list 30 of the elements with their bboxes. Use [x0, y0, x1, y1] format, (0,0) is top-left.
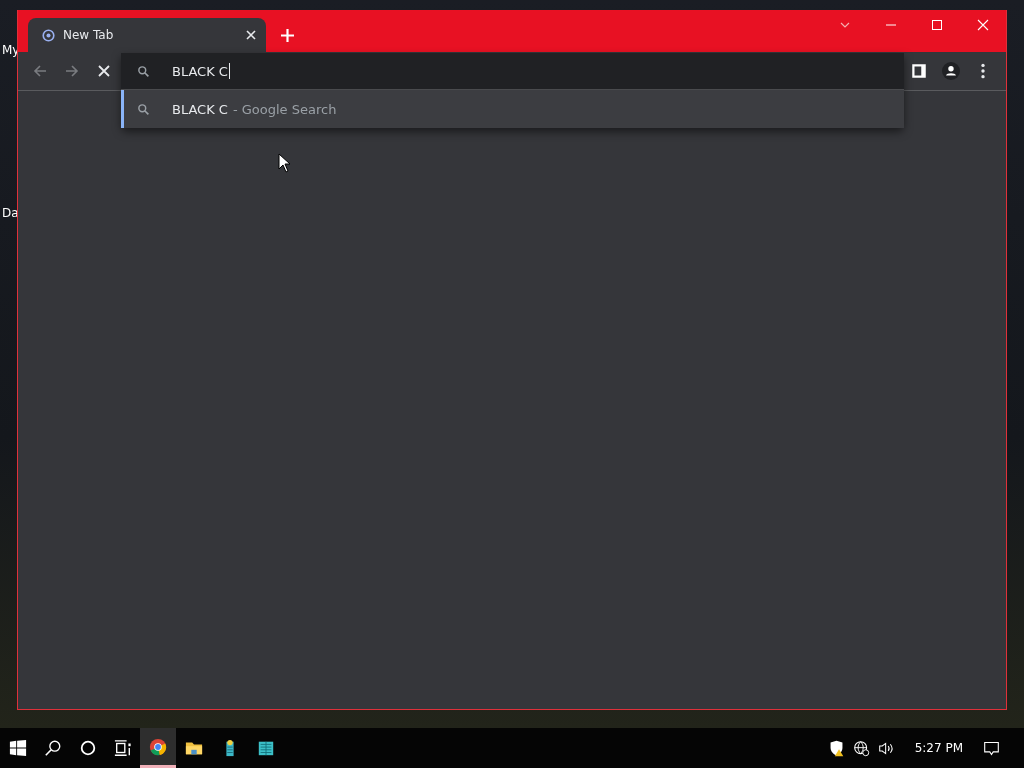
- close-icon[interactable]: [977, 19, 989, 31]
- building-icon: [257, 739, 275, 757]
- tab-favicon-icon: [42, 28, 55, 42]
- address-input[interactable]: BLACK C: [172, 63, 228, 79]
- forward-arrow-icon[interactable]: [64, 63, 80, 79]
- mouse-cursor-icon: [278, 153, 290, 173]
- taskbar-app-button[interactable]: [140, 728, 176, 768]
- clock-time[interactable]: 5:27 PM: [914, 741, 963, 755]
- side-panel-icon[interactable]: [910, 62, 928, 80]
- close-tab-icon[interactable]: [246, 30, 256, 40]
- suggestion-query: BLACK C: [172, 101, 228, 117]
- task-view-icon[interactable]: [114, 739, 132, 757]
- notifications-icon[interactable]: [983, 739, 1000, 757]
- new-tab-icon[interactable]: [281, 29, 294, 42]
- back-arrow-icon[interactable]: [32, 63, 48, 79]
- suggestion-item[interactable]: BLACK C - Google Search: [121, 90, 904, 128]
- cortana-circle-icon[interactable]: [79, 739, 97, 757]
- browser-tab[interactable]: New Tab: [28, 18, 266, 52]
- search-icon: [137, 64, 150, 78]
- search-icon: [137, 102, 150, 116]
- start-windows-icon[interactable]: [9, 739, 27, 757]
- stop-icon[interactable]: [96, 63, 112, 79]
- browser-icon: [149, 737, 167, 756]
- maximize-icon[interactable]: [931, 19, 943, 31]
- tab-title: New Tab: [63, 28, 115, 42]
- search-icon[interactable]: [44, 739, 62, 757]
- network-globe-icon[interactable]: [852, 739, 870, 757]
- profile-icon[interactable]: [942, 62, 960, 80]
- address-bar[interactable]: BLACK C: [121, 53, 904, 90]
- suggestion-source: - Google Search: [232, 101, 337, 117]
